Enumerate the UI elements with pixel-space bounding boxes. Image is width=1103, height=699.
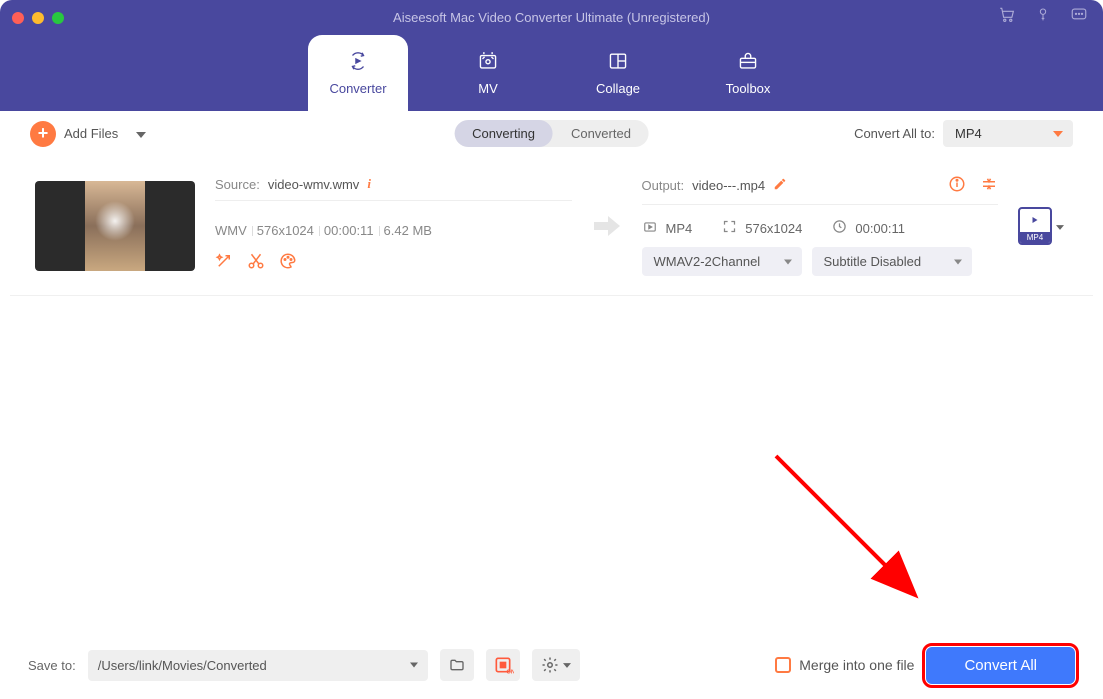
output-duration: 00:00:11 [855,221,905,236]
window-title: Aiseesoft Mac Video Converter Ultimate (… [393,10,710,25]
chevron-down-icon[interactable] [1056,217,1064,235]
source-filename: video-wmv.wmv [268,177,360,192]
key-icon[interactable] [1035,6,1051,29]
mv-icon [474,50,502,75]
save-to-label: Save to: [28,658,76,673]
source-label: Source: [215,177,260,192]
tab-mv[interactable]: MV [438,35,538,111]
arrow-icon [592,216,622,236]
converter-icon [344,50,372,75]
main-nav: Converter MV Collage Toolbox [0,35,1103,111]
minimize-button[interactable] [32,12,44,24]
save-path-select[interactable]: /Users/link/Movies/Converted [88,650,428,681]
source-meta: WMV 576x1024 00:00:11 6.42 MB [215,223,572,238]
tab-label: MV [478,81,498,96]
cart-icon[interactable] [997,6,1017,29]
video-thumbnail[interactable] [35,181,195,271]
audio-select[interactable]: WMAV2-2Channel [642,247,802,276]
plus-icon: + [30,121,56,147]
tab-collage[interactable]: Collage [568,35,668,111]
source-resolution: 576x1024 [257,223,314,238]
source-format: WMV [215,223,247,238]
open-folder-button[interactable] [440,649,474,681]
empty-area [10,296,1093,630]
gpu-accel-button[interactable]: ON [486,649,520,681]
svg-text:ON: ON [506,669,514,675]
toolbox-icon [734,50,762,75]
output-resolution: 576x1024 [745,221,802,236]
close-button[interactable] [12,12,24,24]
tab-toolbox[interactable]: Toolbox [698,35,798,111]
collage-icon [604,50,632,75]
tab-label: Converter [329,81,386,96]
compress-icon[interactable] [980,175,998,196]
settings-button[interactable] [532,649,580,681]
traffic-lights [12,12,64,24]
info-icon[interactable]: i [367,176,371,192]
maximize-button[interactable] [52,12,64,24]
sub-toolbar: + Add Files Converting Converted Convert… [10,111,1093,156]
enhance-icon[interactable] [215,252,233,275]
source-size: 6.42 MB [384,223,432,238]
cut-icon[interactable] [247,252,265,275]
file-row: Source: video-wmv.wmv i WMV 576x1024 00:… [10,156,1093,296]
convert-all-to-select[interactable]: MP4 [943,120,1073,147]
chevron-down-icon[interactable] [136,125,146,143]
output-filename: video---.mp4 [692,178,765,193]
tab-label: Toolbox [726,81,771,96]
info-circle-icon[interactable] [948,175,966,196]
app-window: Aiseesoft Mac Video Converter Ultimate (… [0,0,1103,699]
convert-all-to-label: Convert All to: [854,126,935,141]
file-list: Source: video-wmv.wmv i WMV 576x1024 00:… [10,156,1093,296]
output-column: Output: video---.mp4 [642,175,999,276]
edit-icon[interactable] [773,177,787,194]
merge-label: Merge into one file [799,657,914,673]
output-format-button[interactable]: MP4 [1018,207,1052,245]
bottom-bar: Save to: /Users/link/Movies/Converted ON… [10,641,1093,689]
output-label: Output: [642,178,685,193]
add-files-label: Add Files [64,126,118,141]
merge-checkbox-group[interactable]: Merge into one file [775,657,914,673]
palette-icon[interactable] [279,252,297,275]
tab-converting[interactable]: Converting [454,120,553,147]
subtitle-select[interactable]: Subtitle Disabled [812,247,972,276]
status-tabs: Converting Converted [454,120,649,147]
merge-checkbox[interactable] [775,657,791,673]
tab-converted[interactable]: Converted [553,120,649,147]
feedback-icon[interactable] [1069,6,1089,29]
format-badge-label: MP4 [1020,232,1050,243]
tab-label: Collage [596,81,640,96]
expand-icon [722,219,737,237]
add-files-button[interactable]: + Add Files [30,121,146,147]
video-icon [642,220,658,237]
clock-icon [832,219,847,237]
title-bar: Aiseesoft Mac Video Converter Ultimate (… [0,0,1103,35]
tab-converter[interactable]: Converter [308,35,408,111]
convert-all-button[interactable]: Convert All [926,647,1075,684]
convert-all-to-group: Convert All to: MP4 [854,120,1073,147]
source-column: Source: video-wmv.wmv i WMV 576x1024 00:… [215,176,572,275]
output-format: MP4 [666,221,693,236]
source-duration: 00:00:11 [324,223,374,238]
